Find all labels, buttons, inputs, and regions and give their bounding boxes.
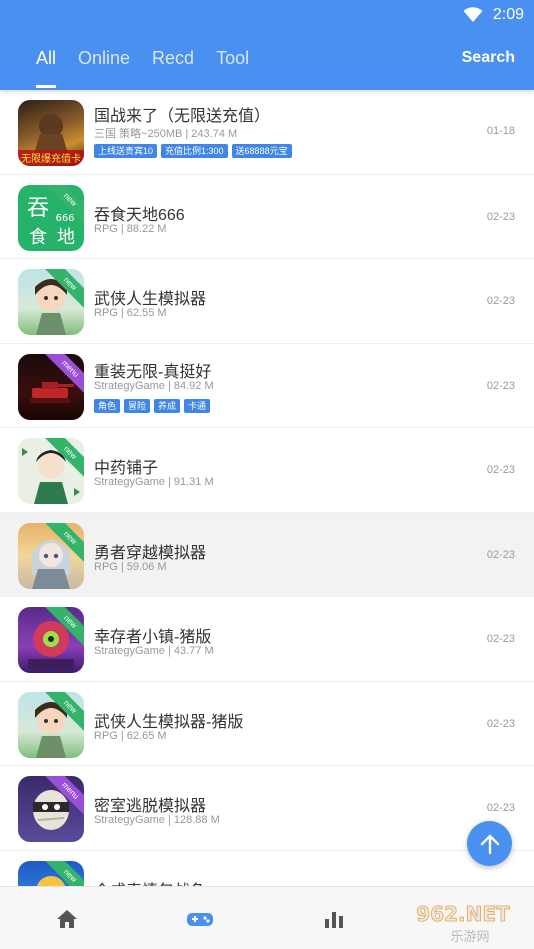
app-title: 密室逃脱模拟器 — [94, 798, 207, 815]
app-meta: StrategyGame | 43.77 M — [94, 645, 214, 657]
list-item[interactable]: menu 重装无限-真挺好 StrategyGame | 84.92 M 角色 … — [0, 344, 534, 428]
app-meta: RPG | 62.55 M — [94, 307, 167, 319]
app-title: 勇者穿越模拟器 — [94, 544, 207, 562]
list-item[interactable]: new 中药铺子 StrategyGame | 91.31 M 02-23 — [0, 428, 534, 513]
app-icon: new — [18, 522, 84, 589]
app-tags: 角色 冒险 养成 卡通 — [94, 398, 211, 413]
app-date: 02-23 — [486, 379, 515, 392]
app-date: 02-23 — [486, 802, 515, 814]
list-item[interactable]: 无限爆充值卡 国战来了（无限送充值） 三国 策略~250MB | 243.74 … — [0, 90, 534, 175]
search-button[interactable]: Search — [462, 49, 515, 67]
app-date: 02-23 — [486, 633, 515, 645]
list-item[interactable]: new 合成表情包战争 — [0, 851, 534, 887]
app-date: 02-23 — [486, 464, 515, 476]
app-date: 02-23 — [486, 717, 515, 730]
gamepad-icon[interactable] — [186, 907, 214, 931]
app-meta: StrategyGame | 91.31 M — [94, 476, 214, 488]
app-date: 02-23 — [486, 210, 515, 223]
list-item[interactable]: new 幸存者小镇-猪版 StrategyGame | 43.77 M 02-2… — [0, 597, 534, 682]
home-icon[interactable] — [55, 907, 79, 931]
app-title: 吞食天地666 — [94, 206, 185, 224]
app-meta: RPG | 88.22 M — [94, 222, 167, 235]
app-header: 2:09 All Online Recd Tool Search — [0, 0, 534, 90]
app-meta: StrategyGame | 84.92 M — [94, 379, 214, 392]
list-item[interactable]: new 武侠人生模拟器-猪版 RPG | 62.65 M 02-23 — [0, 682, 534, 766]
app-meta: RPG | 59.06 M — [94, 560, 167, 573]
status-time: 2:09 — [492, 6, 524, 23]
tag: 充值比例1:300 — [161, 144, 228, 158]
app-icon: 吞 食 地 666 new — [18, 184, 84, 251]
app-icon: menu — [18, 776, 84, 842]
tag: 上线送贵宾10 — [94, 144, 158, 158]
tag: 角色 — [94, 398, 121, 413]
wifi-icon — [463, 7, 483, 22]
app-title: 幸存者小镇-猪版 — [94, 629, 212, 646]
scroll-top-button[interactable] — [467, 821, 512, 866]
list-item[interactable]: new 勇者穿越模拟器 RPG | 59.06 M 02-23 — [0, 512, 534, 597]
app-icon: new — [18, 860, 84, 886]
app-meta: 三国 策略~250MB | 243.74 M — [94, 128, 238, 140]
app-date: 02-23 — [486, 295, 515, 307]
tag: 冒险 — [124, 398, 151, 413]
arrow-up-icon — [480, 834, 499, 854]
app-title: 合成表情包战争 — [94, 877, 206, 887]
watermark-logo: 962.NET 乐游网 — [398, 901, 528, 945]
app-date: 01-18 — [486, 125, 515, 137]
tab-tool[interactable]: Tool — [216, 48, 249, 80]
app-list: 无限爆充值卡 国战来了（无限送充值） 三国 策略~250MB | 243.74 … — [0, 90, 534, 886]
bottom-nav: 962.NET 乐游网 — [0, 886, 534, 949]
app-meta: RPG | 62.65 M — [94, 729, 167, 742]
app-icon: menu — [18, 353, 84, 420]
chart-icon[interactable] — [322, 907, 346, 931]
app-meta: StrategyGame | 128.88 M — [94, 814, 220, 826]
tab-bar: All Online Recd Tool — [0, 48, 271, 88]
list-item[interactable]: menu 密室逃脱模拟器 StrategyGame | 128.88 M 02-… — [0, 766, 534, 851]
app-title: 国战来了（无限送充值） — [94, 108, 271, 125]
app-icon: new — [18, 607, 84, 673]
svg-text:962.NET: 962.NET — [416, 902, 510, 926]
svg-text:666: 666 — [55, 213, 74, 224]
svg-text:无限爆充值卡: 无限爆充值卡 — [21, 152, 81, 165]
svg-text:乐游网: 乐游网 — [450, 930, 489, 945]
tab-all[interactable]: All — [36, 48, 57, 88]
status-bar: 2:09 — [463, 4, 524, 26]
list-item[interactable]: new 武侠人生模拟器 RPG | 62.55 M 02-23 — [0, 259, 534, 344]
tag: 养成 — [154, 398, 181, 413]
app-icon: 无限爆充值卡 — [18, 100, 84, 166]
app-tags: 上线送贵宾10 充值比例1:300 送68888元宝 — [94, 144, 292, 158]
app-date: 02-23 — [486, 548, 515, 561]
app-icon: new — [18, 691, 84, 758]
app-title: 重装无限-真挺好 — [94, 363, 212, 381]
svg-text:地: 地 — [57, 227, 75, 248]
tab-online[interactable]: Online — [78, 48, 130, 80]
tag: 卡通 — [184, 398, 211, 413]
app-title: 武侠人生模拟器-猪版 — [94, 713, 244, 731]
tab-recd[interactable]: Recd — [152, 48, 194, 80]
app-icon: new — [18, 438, 84, 504]
app-title: 中药铺子 — [94, 460, 159, 477]
app-icon: new — [18, 269, 84, 335]
svg-text:吞: 吞 — [27, 196, 49, 221]
svg-text:食: 食 — [29, 227, 47, 248]
app-title: 武侠人生模拟器 — [94, 291, 207, 308]
list-item[interactable]: 吞 食 地 666 new 吞食天地666 RPG | 88.22 M 02-2… — [0, 175, 534, 259]
tag: 送68888元宝 — [231, 144, 292, 158]
